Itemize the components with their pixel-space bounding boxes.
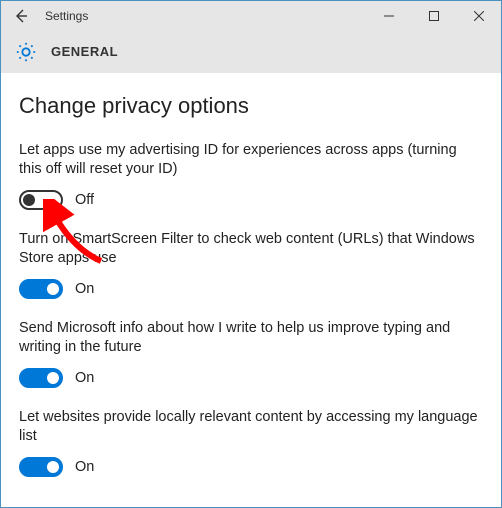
smartscreen-toggle[interactable] [19, 279, 63, 299]
toggle-row: Off [19, 190, 483, 210]
section-name: GENERAL [51, 44, 118, 59]
option-label: Let websites provide locally relevant co… [19, 408, 483, 447]
toggle-state-label: On [75, 281, 94, 297]
section-header: GENERAL [1, 31, 501, 73]
typing-info-toggle[interactable] [19, 368, 63, 388]
close-button[interactable] [456, 1, 501, 31]
maximize-button[interactable] [411, 1, 456, 31]
minimize-icon [384, 11, 394, 21]
option-label: Send Microsoft info about how I write to… [19, 319, 483, 358]
toggle-row: On [19, 279, 483, 299]
option-label: Let apps use my advertising ID for exper… [19, 141, 483, 180]
toggle-row: On [19, 457, 483, 477]
option-smartscreen: Turn on SmartScreen Filter to check web … [19, 230, 483, 299]
language-list-toggle[interactable] [19, 457, 63, 477]
advertising-id-toggle[interactable] [19, 190, 63, 210]
toggle-state-label: On [75, 370, 94, 386]
back-arrow-icon [13, 8, 29, 24]
page-title: Change privacy options [19, 93, 483, 119]
toggle-knob [47, 461, 59, 473]
back-button[interactable] [1, 1, 41, 31]
toggle-knob [23, 194, 35, 206]
gear-icon [15, 41, 37, 63]
option-advertising-id: Let apps use my advertising ID for exper… [19, 141, 483, 210]
toggle-knob [47, 283, 59, 295]
toggle-state-label: On [75, 459, 94, 475]
option-language-list: Let websites provide locally relevant co… [19, 408, 483, 477]
option-typing-info: Send Microsoft info about how I write to… [19, 319, 483, 388]
toggle-row: On [19, 368, 483, 388]
window-controls [366, 1, 501, 31]
settings-window: Settings GENERA [0, 0, 502, 508]
content-area: Change privacy options Let apps use my a… [1, 73, 501, 508]
minimize-button[interactable] [366, 1, 411, 31]
close-icon [474, 11, 484, 21]
toggle-state-label: Off [75, 192, 94, 208]
titlebar: Settings [1, 1, 501, 31]
app-title: Settings [45, 9, 366, 23]
option-label: Turn on SmartScreen Filter to check web … [19, 230, 483, 269]
toggle-knob [47, 372, 59, 384]
maximize-icon [429, 11, 439, 21]
